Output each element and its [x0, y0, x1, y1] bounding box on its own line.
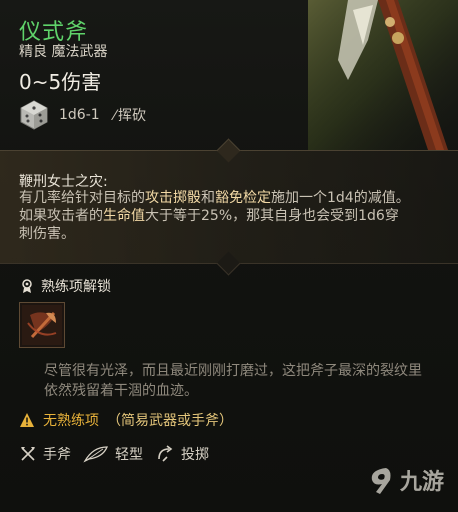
passive-title: 鞭刑女士之灾: — [19, 174, 108, 190]
proficiency-action-icon[interactable] — [19, 302, 65, 348]
tag-label: 轻型 — [115, 447, 143, 463]
dice-value: 1d6-1 — [59, 107, 100, 123]
damage-type-label: 挥砍 — [118, 108, 147, 124]
axe-artwork-icon — [308, 0, 458, 150]
dice-icon — [20, 100, 48, 130]
divider-notch-bottom — [216, 251, 241, 276]
item-rarity-type: 精良 魔法武器 — [19, 44, 108, 60]
passive-text-2: 和 — [201, 190, 215, 206]
tag-handaxe[interactable]: 手斧 — [19, 444, 71, 464]
slash-icon: ⁄ — [113, 108, 117, 124]
item-tooltip: 仪式斧 精良 魔法武器 0~5伤害 1d6-1 ⁄ 挥砍 鞭刑女士之灾: 有几率给… — [0, 0, 458, 512]
feather-icon — [83, 446, 108, 463]
warning-icon — [20, 413, 34, 427]
keyword-saving-throw[interactable]: 豁免检定 — [215, 190, 271, 206]
keyword-hit-points[interactable]: 生命值 — [103, 208, 145, 224]
tag-light[interactable]: 轻型 — [83, 444, 143, 464]
passive-text-1: 有几率给针对目标的 — [19, 190, 145, 206]
watermark-text: 九游 — [400, 470, 445, 495]
watermark-logo: 九游 — [364, 460, 444, 500]
unlock-icon — [22, 279, 32, 293]
divider-notch — [216, 138, 241, 163]
nine-game-logo-icon — [371, 468, 391, 494]
warning-label: 无熟练项 — [43, 413, 99, 429]
flavor-text: 尽管很有光泽，而且最近刚刚打磨过，这把斧子最深的裂纹里依然残留着干涸的血迹。 — [44, 363, 422, 399]
passive-ability-box: 鞭刑女士之灾: 有几率给针对目标的攻击掷骰和豁免检定施加一个1d4的减值。如果攻… — [0, 138, 458, 276]
weapon-tags: 手斧 轻型 投掷 — [19, 444, 209, 464]
tag-label: 投掷 — [181, 447, 209, 463]
damage-type: ⁄ 挥砍 — [110, 105, 146, 125]
throw-icon — [158, 445, 173, 462]
proficiency-warning: 无熟练项 （简易武器或手斧） — [19, 410, 233, 430]
proficiency-header: 熟练项解锁 — [19, 276, 111, 296]
axe-strike-icon — [22, 305, 62, 345]
warning-detail: （简易武器或手斧） — [107, 413, 233, 429]
keyword-attack-roll[interactable]: 攻击掷骰 — [145, 190, 201, 206]
tag-label: 手斧 — [43, 447, 71, 463]
axe-icon — [21, 447, 35, 461]
tag-thrown[interactable]: 投掷 — [155, 444, 209, 464]
proficiency-header-label: 熟练项解锁 — [41, 279, 111, 295]
passive-description: 有几率给针对目标的攻击掷骰和豁免检定施加一个1d4的减值。如果攻击者的生命值大于… — [19, 189, 411, 243]
damage-dice-row: 1d6-1 ⁄ 挥砍 — [19, 97, 146, 133]
item-damage: 0~5伤害 — [19, 70, 102, 94]
